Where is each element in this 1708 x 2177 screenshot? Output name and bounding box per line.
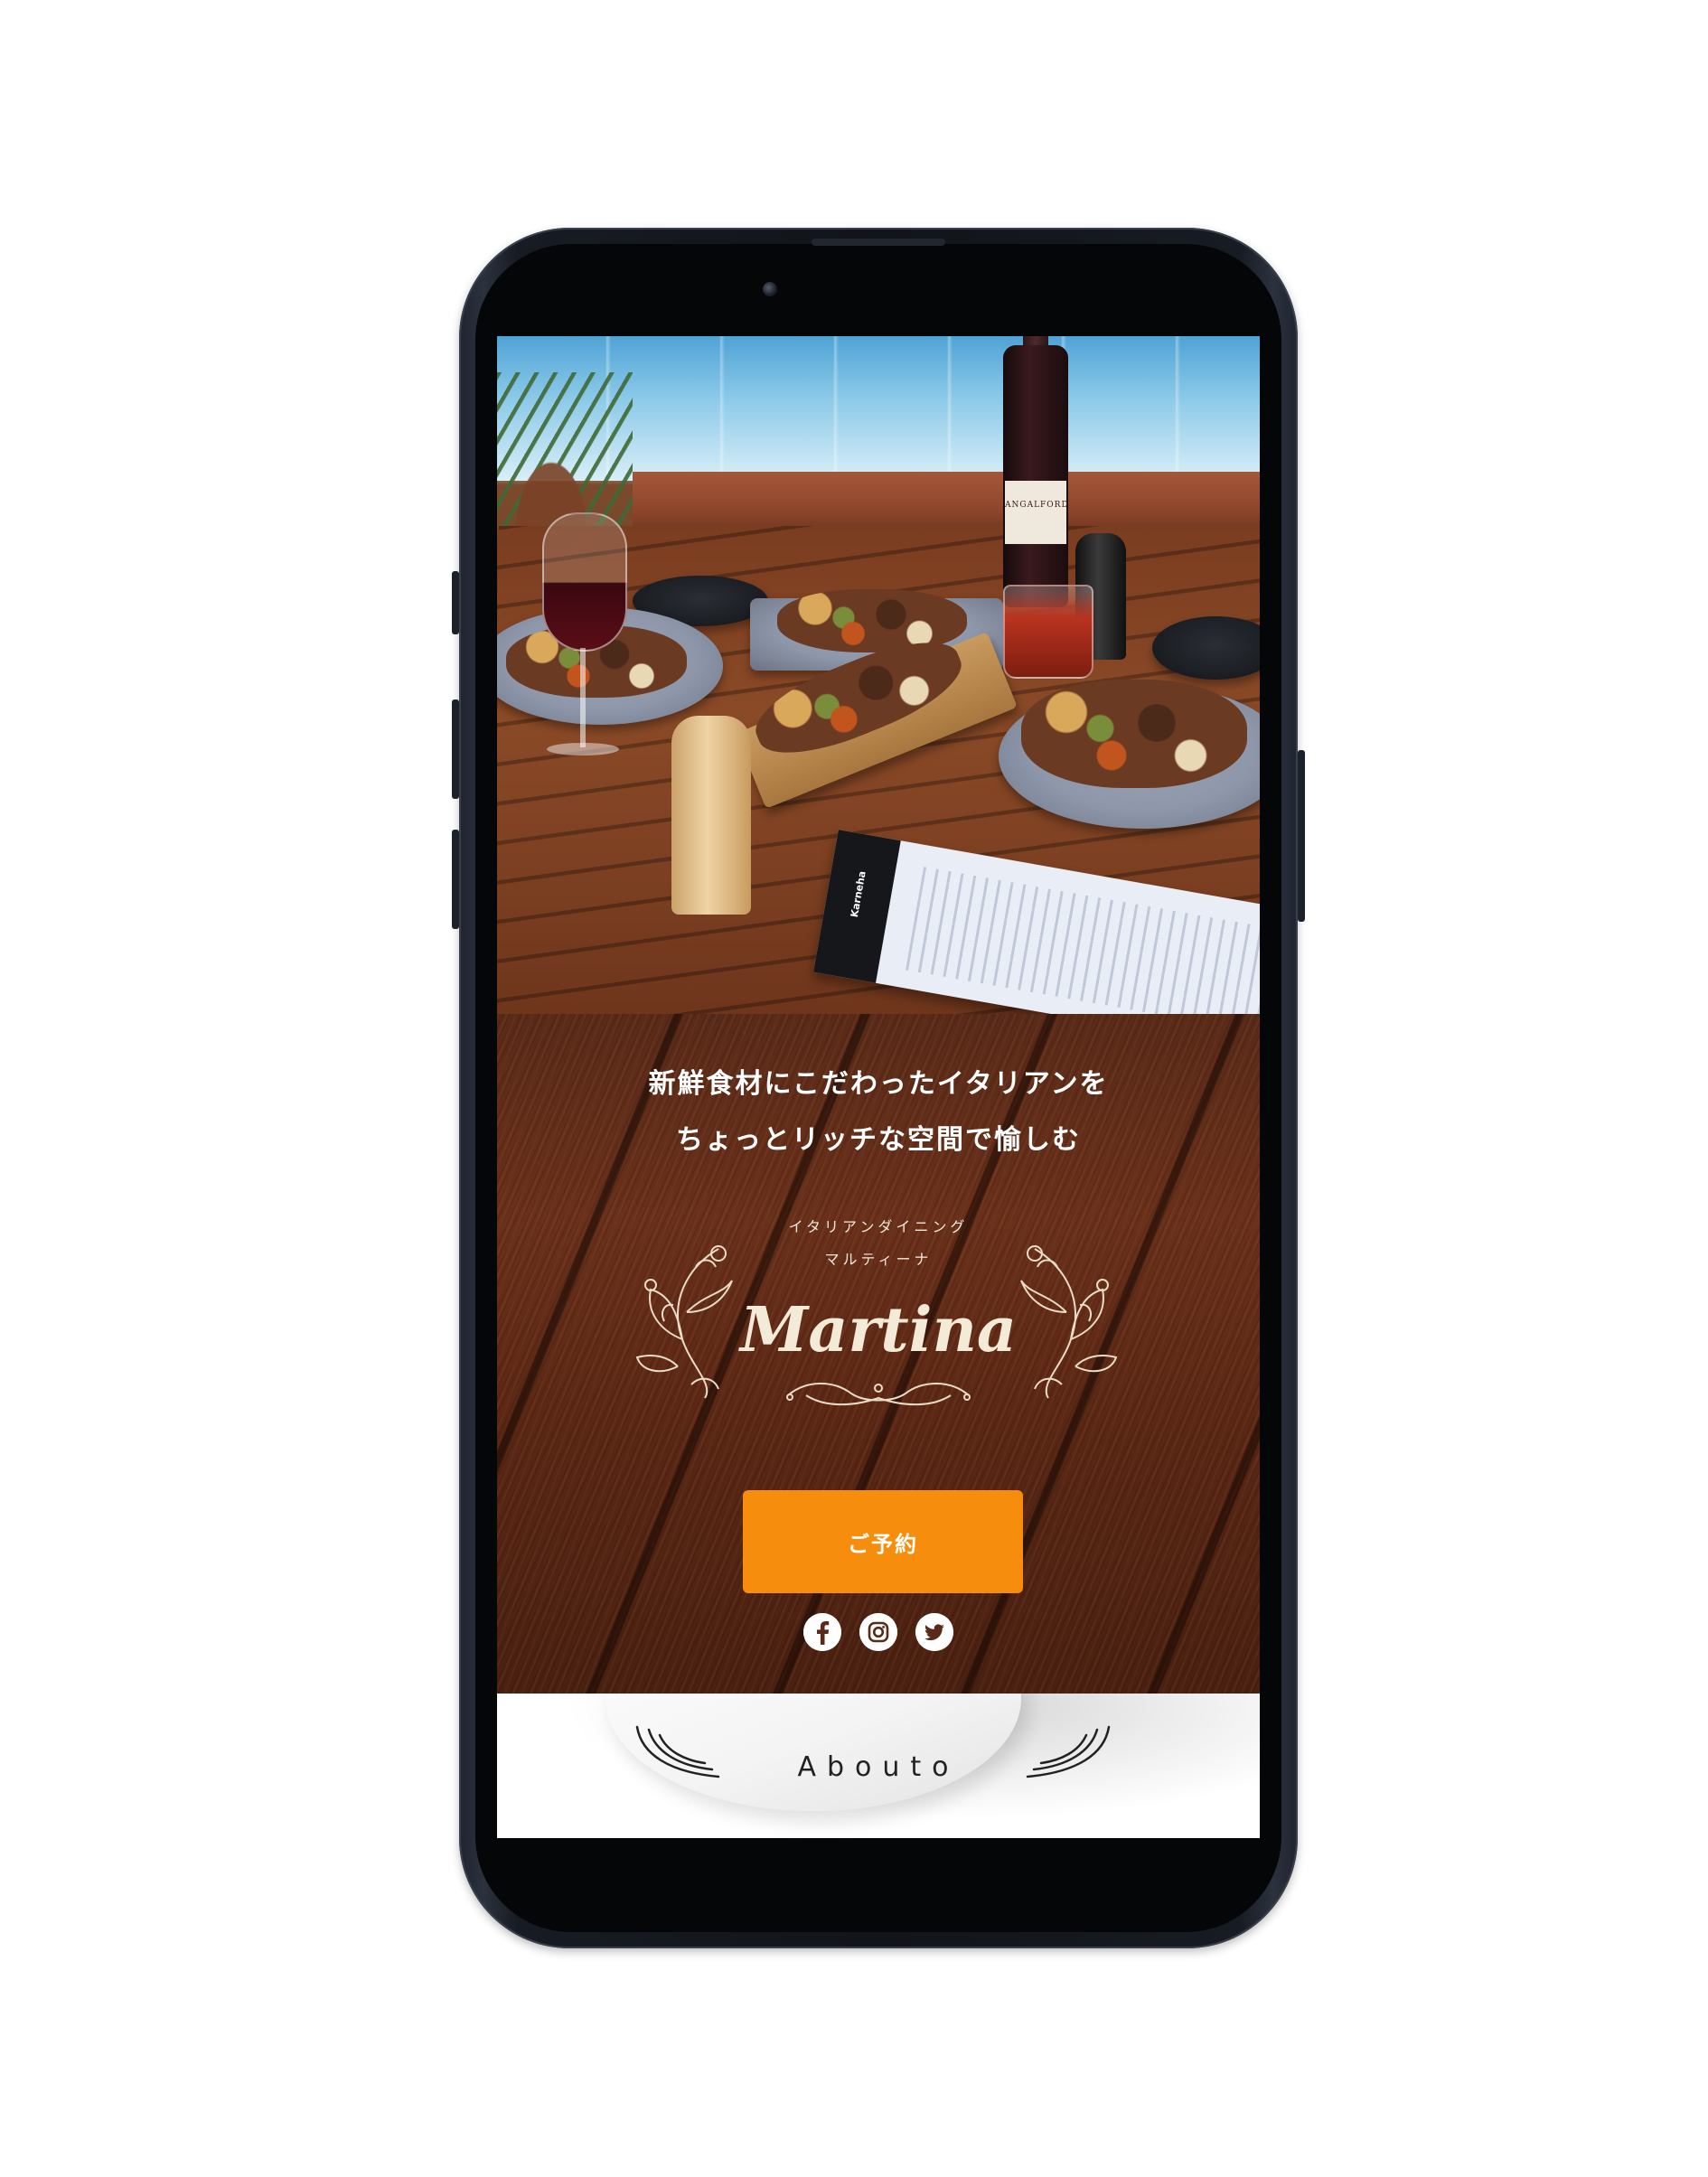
logo-text: Martina xyxy=(740,1294,1017,1366)
tagline-line-2: ちょっとリッチな空間で愉しむ xyxy=(676,1124,1081,1156)
hero-tumbler xyxy=(1003,585,1093,679)
hero-wine-bottle xyxy=(1003,345,1068,607)
twitter-icon[interactable] xyxy=(915,1613,953,1651)
notch xyxy=(721,244,1036,314)
hero-bottle-label: ANGALFORD xyxy=(1005,481,1069,544)
front-camera xyxy=(763,282,777,296)
tagline-line-1: 新鮮食材にこだわったイタリアンを xyxy=(648,1068,1109,1100)
hero-salt-grinder xyxy=(671,716,751,915)
about-decoration-right-icon xyxy=(1026,1725,1111,1778)
screen: ANGALFORD Karneha 新鮮食材にこだわったイタリアンを ちょっとリ… xyxy=(497,336,1260,1838)
about-section: Abouto xyxy=(497,1694,1260,1838)
side-button-power xyxy=(1298,750,1305,922)
side-button-volume-down xyxy=(452,830,459,929)
subtitle-line-1: イタリアンダイニング xyxy=(788,1218,969,1235)
facebook-icon[interactable] xyxy=(803,1613,841,1651)
side-button-mute xyxy=(452,571,459,634)
hero-photo: ANGALFORD Karneha xyxy=(497,336,1260,1014)
hero-food-right xyxy=(1021,680,1247,788)
hero-wine-glass-stem xyxy=(580,648,586,747)
social-links xyxy=(497,1613,1260,1651)
subtitle-line-2: マルティーナ xyxy=(824,1251,933,1268)
hero-bottle-label-text: ANGALFORD xyxy=(1005,501,1069,510)
side-button-volume-up xyxy=(452,699,459,799)
speaker-grille xyxy=(812,239,945,246)
hero-wine-glass-foot xyxy=(547,743,619,755)
instagram-icon[interactable] xyxy=(859,1613,897,1651)
hero-menu-brand: Karneha xyxy=(848,869,868,919)
logo-flourish-icon xyxy=(786,1383,971,1406)
intro-section: 新鮮食材にこだわったイタリアンを ちょっとリッチな空間で愉しむ イタリアンダイニ… xyxy=(497,1014,1260,1694)
reserve-button[interactable]: ご予約 xyxy=(743,1490,1023,1593)
hero-wine-glass xyxy=(542,512,627,652)
page: ANGALFORD Karneha 新鮮食材にこだわったイタリアンを ちょっとリ… xyxy=(0,0,1708,2177)
phone-frame: ANGALFORD Karneha 新鮮食材にこだわったイタリアンを ちょっとリ… xyxy=(452,228,1305,1948)
about-title: Abouto xyxy=(797,1751,960,1783)
